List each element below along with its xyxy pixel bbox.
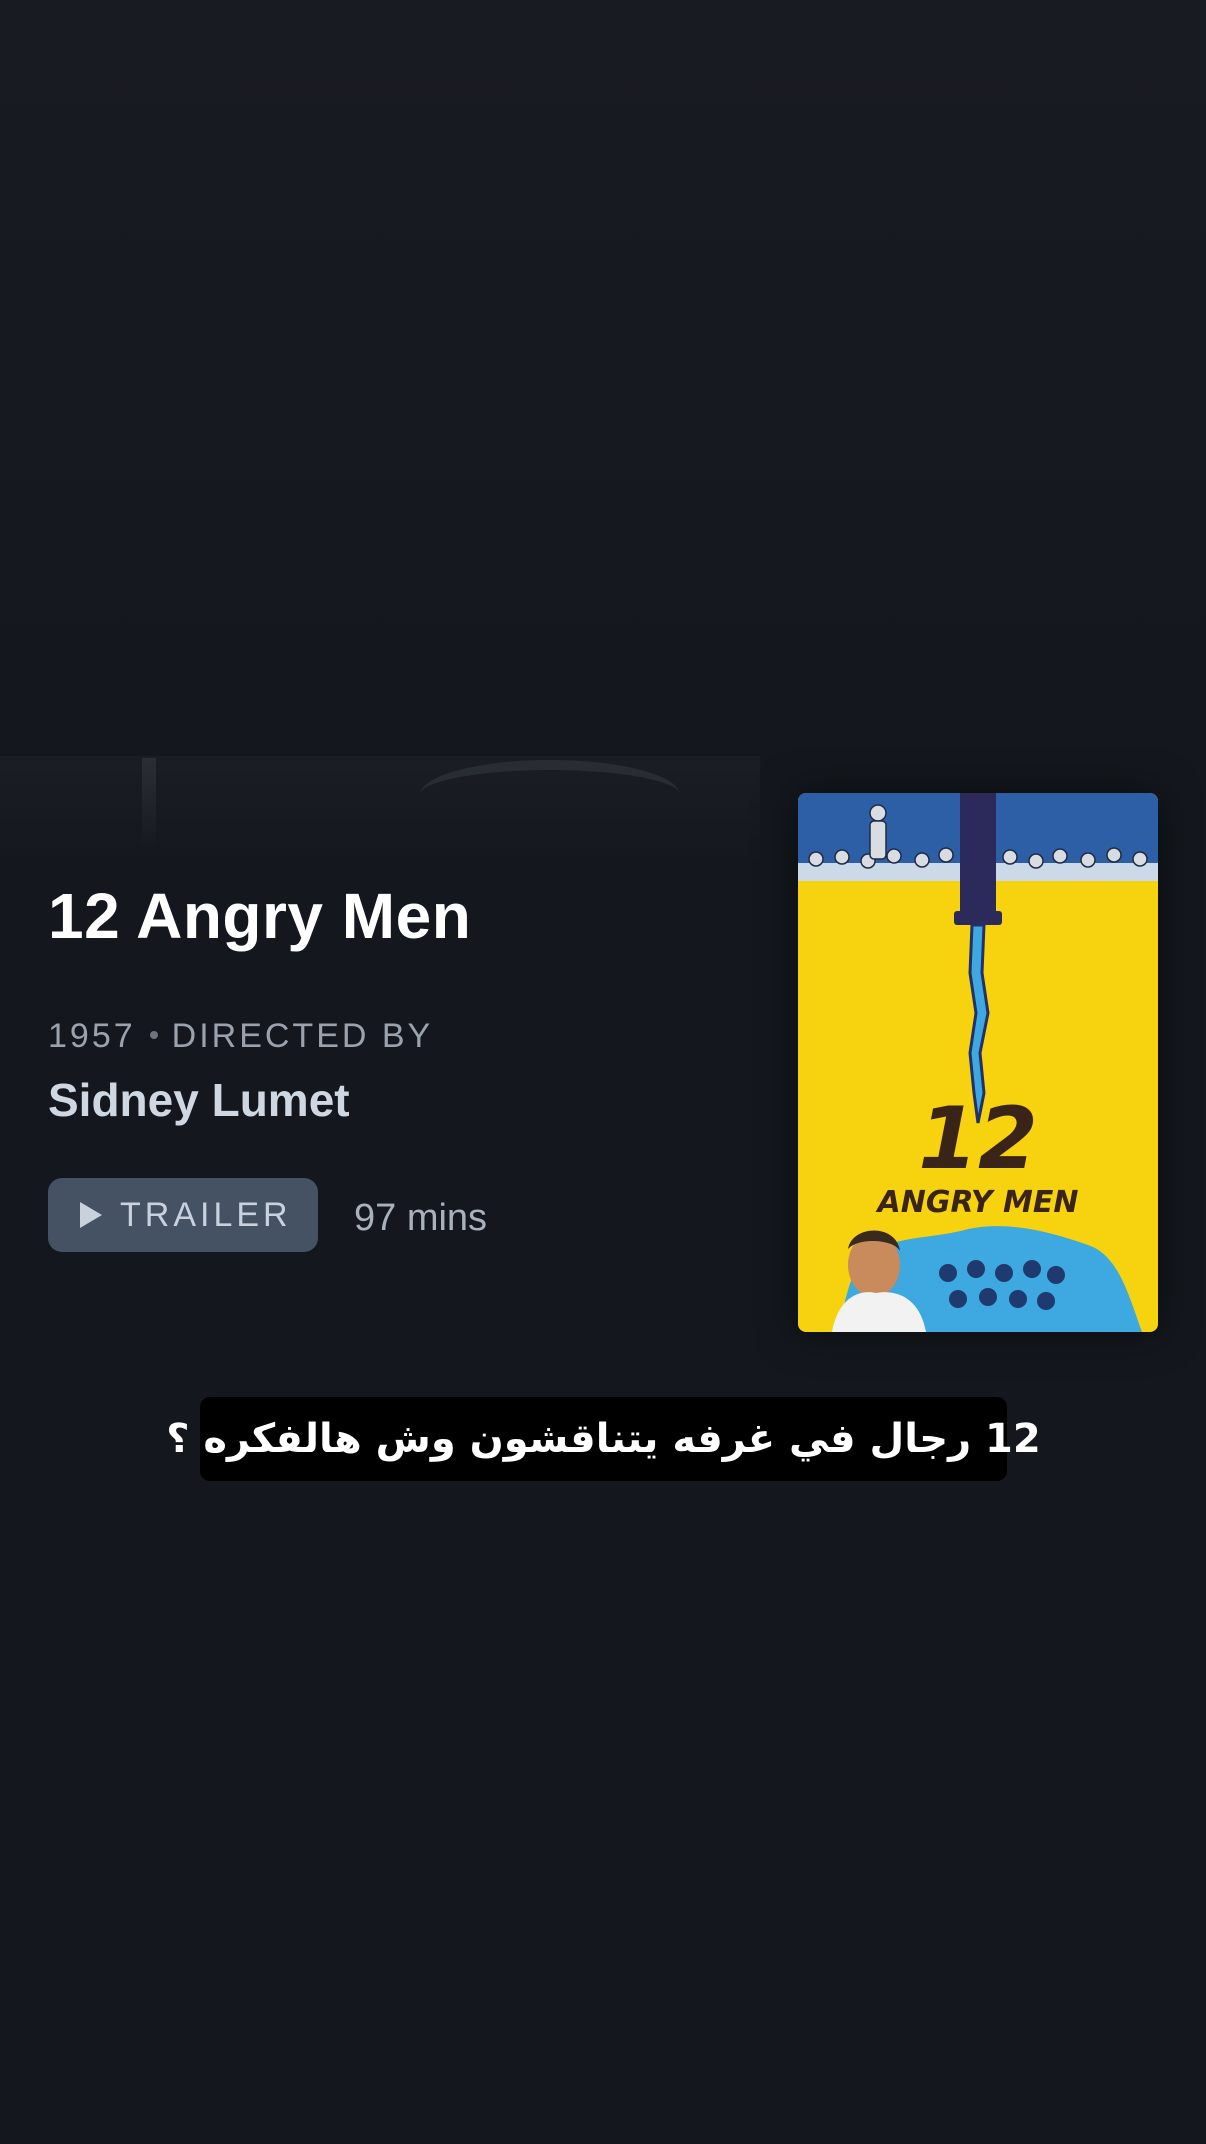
movie-poster[interactable]: 12 ANGRY MEN xyxy=(798,793,1158,1332)
subtitle-caption: 12 رجال في غرفه يتناقشون وش هالفكره ؟ xyxy=(166,1397,1041,1481)
poster-number: 12 xyxy=(918,1089,1038,1189)
director-name[interactable]: Sidney Lumet xyxy=(48,1072,350,1128)
play-icon xyxy=(80,1202,102,1228)
separator-dot xyxy=(149,1031,158,1040)
trailer-label: TRAILER xyxy=(120,1195,292,1234)
movie-title: 12 Angry Men xyxy=(48,880,472,952)
trailer-button[interactable]: TRAILER xyxy=(48,1178,318,1252)
movie-meta: 1957 DIRECTED BY xyxy=(48,1016,433,1056)
backdrop-curve xyxy=(420,760,680,830)
backdrop-streak xyxy=(142,758,156,848)
runtime: 97 mins xyxy=(354,1197,488,1239)
caption-text: 12 رجال في غرفه يتناقشون وش هالفكره ؟ xyxy=(166,1416,1041,1462)
directed-by-label: DIRECTED BY xyxy=(171,1017,434,1055)
poster-name: ANGRY MEN xyxy=(876,1185,1079,1220)
backdrop-shade xyxy=(0,0,1206,760)
release-year: 1957 xyxy=(48,1017,136,1055)
